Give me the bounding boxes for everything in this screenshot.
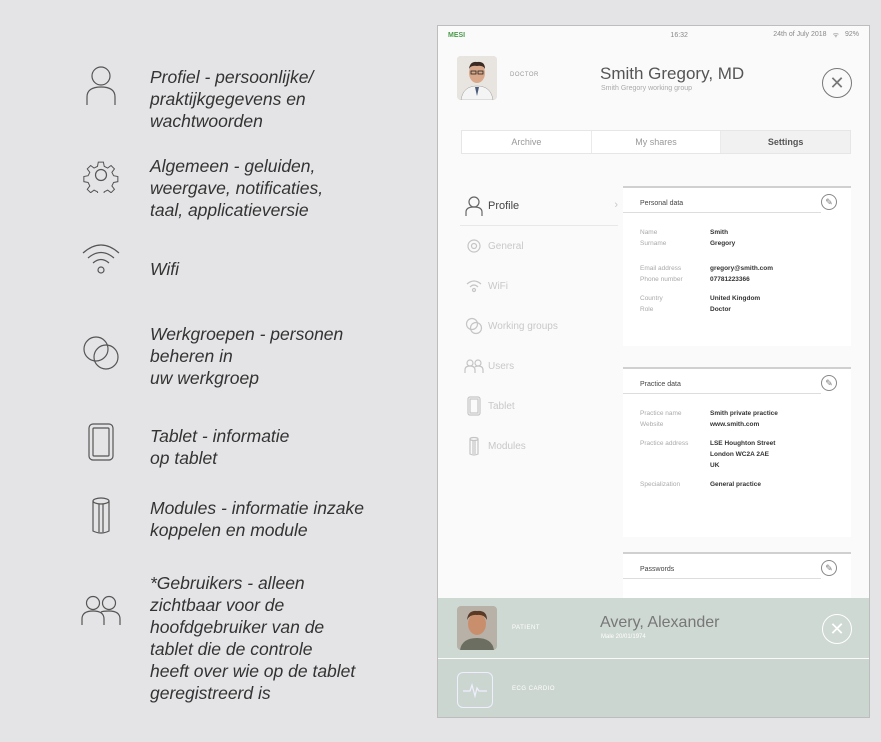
personal-row: Phone number 07781223366 bbox=[640, 276, 750, 283]
menu-label-users: Users bbox=[488, 360, 515, 372]
patient-close-button[interactable]: ✕ bbox=[822, 614, 852, 644]
legend-text-users: *Gebruikers - alleen zichtbaar voor de h… bbox=[150, 573, 356, 703]
legend-text-modules: Modules - informatie inzake koppelen en … bbox=[150, 498, 364, 540]
passwords-card: Passwords ✎ bbox=[623, 552, 851, 602]
pencil-icon: ✎ bbox=[825, 377, 833, 388]
tablet-icon bbox=[78, 422, 124, 462]
ecg-label: ECG CARDIO bbox=[512, 686, 556, 692]
status-bar: MESI 16:32 24th of July 2018 ᯤ 92% bbox=[438, 26, 869, 44]
edit-practice-button[interactable]: ✎ bbox=[821, 375, 837, 391]
legend-item-profile bbox=[78, 63, 124, 107]
legend-item-modules bbox=[78, 496, 124, 536]
menu-item-tablet[interactable]: Tablet bbox=[460, 386, 618, 426]
users-icon bbox=[460, 359, 488, 373]
doctor-name: Smith Gregory, MD bbox=[600, 64, 745, 83]
wifi-icon bbox=[460, 279, 488, 293]
practice-row: Specialization General practice bbox=[640, 481, 761, 488]
modules-icon bbox=[460, 436, 488, 456]
practice-row: Practice name Smith private practice bbox=[640, 410, 778, 417]
menu-label-profile: Profile bbox=[488, 200, 520, 212]
practice-row: Website www.smith.com bbox=[640, 421, 760, 428]
status-battery: 92% bbox=[844, 30, 859, 38]
tab-archive[interactable]: Archive bbox=[462, 131, 592, 153]
patient-name: Avery, Alexander bbox=[600, 614, 720, 631]
legend-item-users bbox=[78, 593, 124, 627]
tab-settings[interactable]: Settings bbox=[721, 131, 851, 153]
personal-row: Name Smith bbox=[640, 229, 729, 236]
working-groups-icon bbox=[460, 317, 488, 335]
passwords-title: Passwords bbox=[623, 554, 821, 579]
menu-label-wifi: WiFi bbox=[488, 280, 508, 292]
practice-row: Practice address LSE Houghton Street Lond… bbox=[640, 440, 776, 469]
practice-data-title: Practice data bbox=[623, 369, 821, 394]
legend-text-wifi: Wifi bbox=[150, 259, 180, 279]
pencil-icon: ✎ bbox=[825, 562, 833, 573]
modules-icon bbox=[78, 496, 124, 536]
personal-data-title: Personal data bbox=[623, 188, 821, 213]
legend-text-profile: Profiel - persoonlijke/ praktijkgegevens… bbox=[150, 67, 314, 131]
tab-my-shares[interactable]: My shares bbox=[592, 131, 722, 153]
working-groups-icon bbox=[78, 333, 124, 373]
user-icon bbox=[78, 63, 124, 107]
legend-item-wifi bbox=[78, 242, 124, 276]
edit-personal-button[interactable]: ✎ bbox=[821, 194, 837, 210]
legend-item-tablet bbox=[78, 422, 124, 462]
legend-text-tablet: Tablet - informatie op tablet bbox=[150, 426, 290, 468]
gear-icon bbox=[78, 155, 124, 195]
patient-avatar bbox=[457, 606, 497, 650]
doctor-header: DOCTOR Smith Gregory, MD Smith Gregory w… bbox=[438, 52, 869, 112]
practice-data-card: Practice data ✎ Practice name Smith priva… bbox=[623, 367, 851, 537]
doctor-close-button[interactable]: ✕ bbox=[822, 68, 852, 98]
menu-item-modules[interactable]: Modules bbox=[460, 426, 618, 466]
chevron-right-icon: › bbox=[614, 199, 618, 211]
wifi-icon bbox=[78, 242, 124, 276]
menu-item-profile[interactable]: Profile › bbox=[460, 186, 618, 226]
patient-role: PATIENT bbox=[512, 625, 540, 631]
patient-bar[interactable]: PATIENT Avery, Alexander Male 20/01/1974… bbox=[438, 598, 869, 658]
menu-item-wifi[interactable]: WiFi bbox=[460, 266, 618, 306]
edit-passwords-button[interactable]: ✎ bbox=[821, 560, 837, 576]
brand-logo: MESI bbox=[448, 31, 466, 39]
tab-bar: Archive My shares Settings bbox=[461, 130, 851, 154]
doctor-avatar[interactable] bbox=[457, 56, 497, 100]
doctor-working-group: Smith Gregory working group bbox=[601, 85, 693, 92]
menu-item-working-groups[interactable]: Working groups bbox=[460, 306, 618, 346]
tablet-icon bbox=[460, 396, 488, 416]
wifi-status-icon: ᯤ bbox=[832, 31, 839, 39]
patient-details: Male 20/01/1974 bbox=[601, 634, 646, 640]
ecg-module-bar[interactable]: ECG CARDIO bbox=[438, 659, 869, 717]
pencil-icon: ✎ bbox=[825, 196, 833, 207]
gear-icon bbox=[460, 238, 488, 254]
legend-text-working-groups: Werkgroepen - personen beheren in uw wer… bbox=[150, 324, 344, 388]
personal-row: Country United Kingdom bbox=[640, 295, 761, 302]
settings-menu: Profile › General WiFi Working groups Us… bbox=[460, 186, 618, 466]
menu-item-users[interactable]: Users bbox=[460, 346, 618, 386]
status-time: 16:32 bbox=[670, 31, 688, 39]
menu-label-modules: Modules bbox=[488, 440, 526, 452]
personal-row: Surname Gregory bbox=[640, 240, 736, 247]
personal-row: Email address gregory@smith.com bbox=[640, 265, 774, 272]
menu-label-tablet: Tablet bbox=[488, 400, 515, 412]
doctor-role: DOCTOR bbox=[510, 72, 539, 78]
menu-label-working-groups: Working groups bbox=[488, 320, 558, 332]
status-date: 24th of July 2018 bbox=[773, 30, 827, 38]
personal-row: Role Doctor bbox=[640, 306, 731, 313]
user-icon bbox=[460, 196, 488, 216]
tablet-screen: MESI 16:32 24th of July 2018 ᯤ 92% DOCTO… bbox=[437, 25, 870, 718]
legend-text-general: Algemeen - geluiden, weergave, notificat… bbox=[150, 156, 324, 220]
menu-label-general: General bbox=[488, 240, 524, 252]
ecg-icon bbox=[457, 672, 493, 708]
close-icon: ✕ bbox=[829, 618, 845, 639]
legend-item-working-groups bbox=[78, 333, 124, 373]
close-icon: ✕ bbox=[829, 72, 845, 93]
personal-data-card: Personal data ✎ Name Smith Surname Gregory… bbox=[623, 186, 851, 346]
users-icon bbox=[78, 593, 124, 627]
menu-item-general[interactable]: General bbox=[460, 226, 618, 266]
legend-item-general bbox=[78, 155, 124, 195]
